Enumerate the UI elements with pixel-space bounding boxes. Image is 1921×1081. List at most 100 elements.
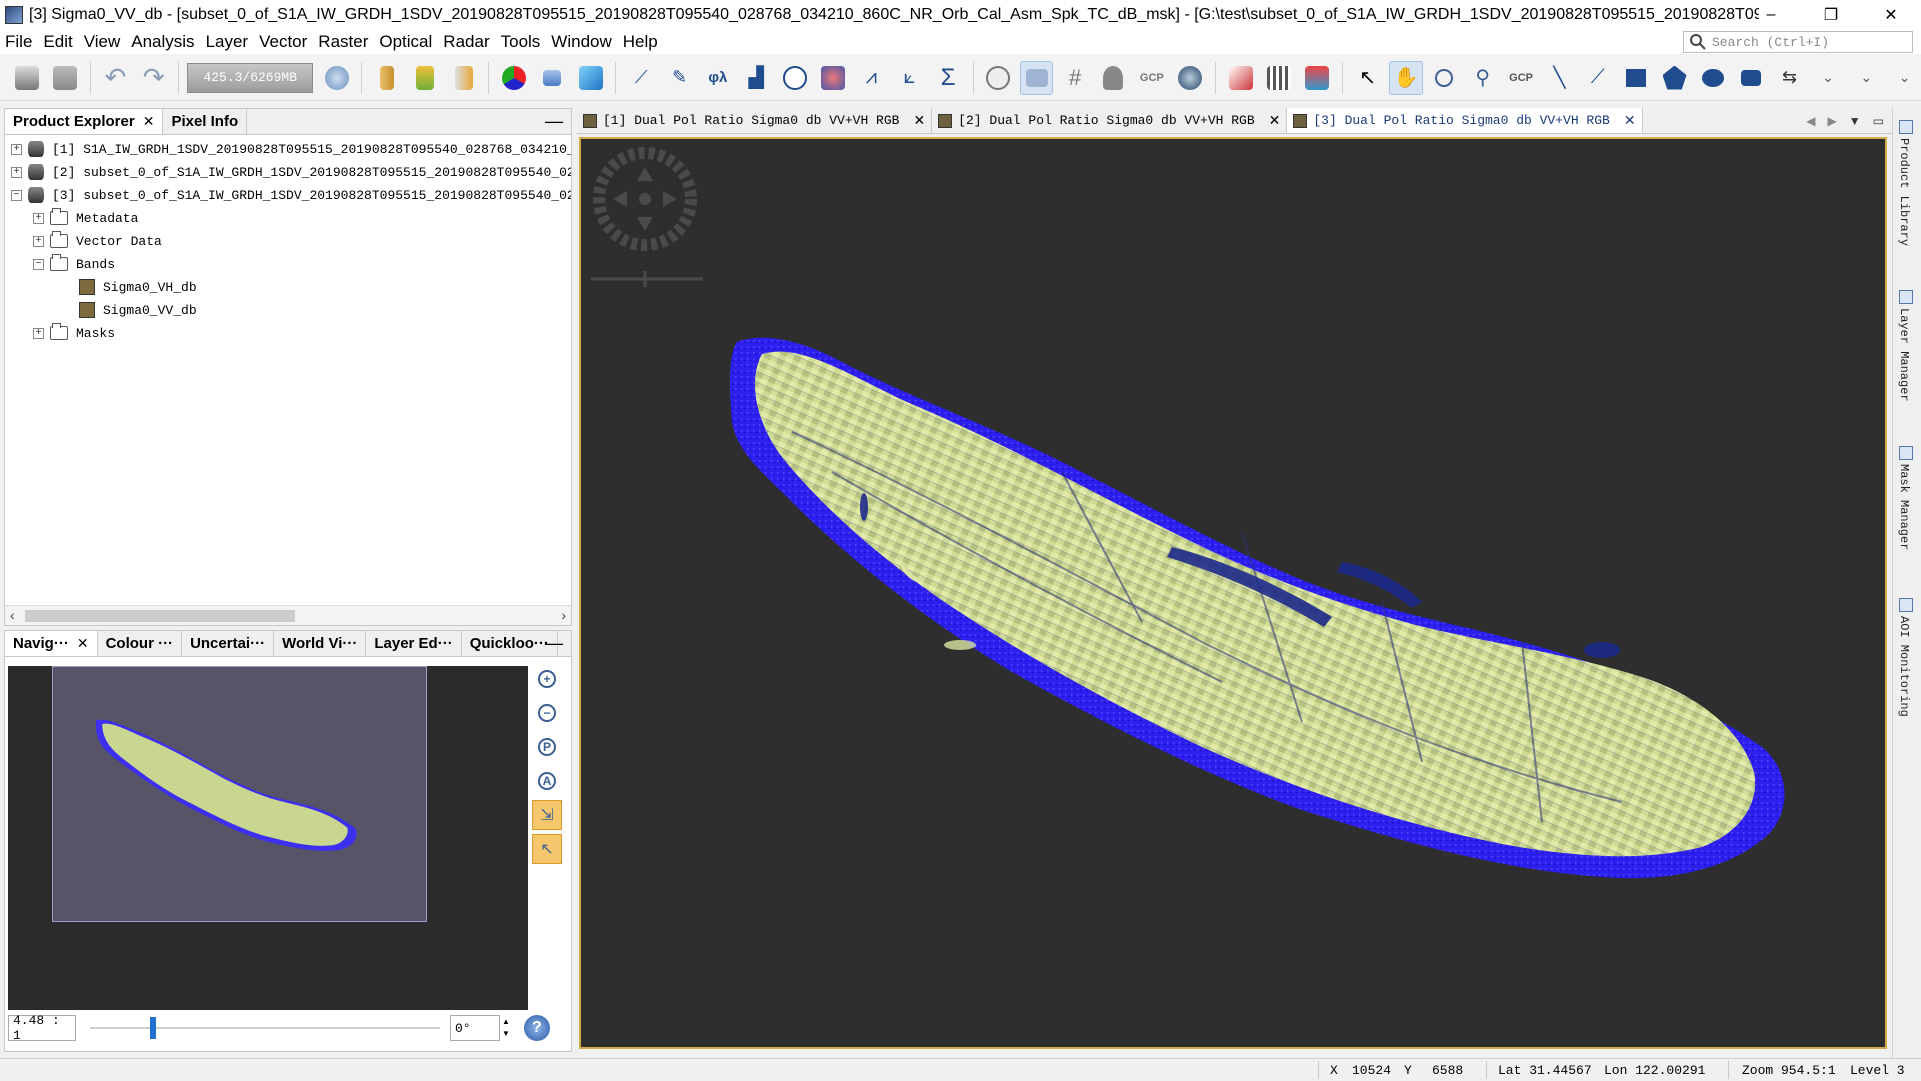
information-icon[interactable] (778, 61, 811, 95)
zoom-slider[interactable] (90, 1015, 440, 1041)
image-view-canvas[interactable] (579, 137, 1887, 1049)
world-map-icon[interactable] (320, 61, 353, 95)
world-view-icon[interactable] (1174, 61, 1207, 95)
collapse-icon[interactable]: − (11, 189, 22, 201)
layer-manager-button[interactable]: Layer Manager (1897, 308, 1911, 402)
polygon-draw-icon[interactable] (1658, 61, 1691, 95)
overlay-icon[interactable] (982, 61, 1015, 95)
subset-icon[interactable] (447, 61, 480, 95)
spectral-view-icon[interactable]: φλ (701, 61, 734, 95)
toolbar-overflow-icon[interactable]: ⌄ (1811, 61, 1844, 95)
spin-up-icon[interactable]: ▲ (502, 1016, 510, 1028)
zoom-out-button[interactable]: − (532, 698, 562, 728)
tree-product-3[interactable]: − [3] subset_0_of_S1A_IW_GRDH_1SDV_20190… (11, 184, 571, 206)
menu-file[interactable]: File (0, 32, 38, 52)
menu-analysis[interactable]: Analysis (126, 32, 200, 52)
tab-product-explorer[interactable]: Product Explorer ✕ (5, 109, 164, 134)
product-library-button[interactable]: Product Library (1897, 138, 1911, 246)
tab-layer-editor[interactable]: Layer Ed··· (366, 631, 462, 656)
tree-node-bands[interactable]: − Bands (33, 253, 115, 275)
save-icon[interactable] (48, 61, 81, 95)
expand-icon[interactable]: + (11, 143, 22, 155)
gcp-manager-icon[interactable]: GCP (1135, 61, 1168, 95)
collapse-icon[interactable]: − (33, 258, 44, 270)
close-icon[interactable]: ✕ (77, 635, 89, 652)
spin-down-icon[interactable]: ▼ (502, 1028, 510, 1040)
menu-raster[interactable]: Raster (313, 32, 374, 52)
statistics-icon[interactable]: ⟀ (893, 61, 926, 95)
tab-quicklook[interactable]: Quickloo··· (462, 631, 558, 656)
view-tab-2[interactable]: [2] Dual Pol Ratio Sigma0 db VV+VH RGB ✕ (932, 108, 1288, 133)
aoi-monitoring-button[interactable]: AOI Monitoring (1897, 616, 1911, 717)
maximize-view-icon[interactable]: ▭ (1873, 114, 1884, 128)
menu-view[interactable]: View (79, 32, 127, 52)
zoom-tool-icon[interactable] (1428, 61, 1461, 95)
next-tab-icon[interactable]: ▶ (1828, 114, 1837, 128)
minimize-button[interactable]: – (1741, 0, 1801, 30)
gcp-tool-icon[interactable]: GCP (1504, 61, 1537, 95)
tree-product-2[interactable]: + [2] subset_0_of_S1A_IW_GRDH_1SDV_20190… (11, 161, 571, 183)
menu-optical[interactable]: Optical (374, 32, 438, 52)
restore-button[interactable]: ❐ (1801, 0, 1861, 30)
close-icon[interactable]: ✕ (143, 113, 155, 130)
tab-menu-icon[interactable]: ▼ (1849, 114, 1861, 128)
scroll-left-icon[interactable]: ‹ (10, 607, 15, 623)
menu-radar[interactable]: Radar (438, 32, 495, 52)
magic-wand-icon[interactable] (1735, 61, 1768, 95)
polyline-draw-icon[interactable]: ⟋ (1581, 61, 1614, 95)
rotation-spinner[interactable]: ▲ ▼ (502, 1016, 510, 1040)
zoom-in-button[interactable]: + (532, 664, 562, 694)
tree-band-sigma0-vv-db[interactable]: Sigma0_VV_db (79, 299, 197, 321)
scatter-plot-icon[interactable]: ⩘ (855, 61, 888, 95)
menu-edit[interactable]: Edit (38, 32, 78, 52)
ellipse-draw-icon[interactable] (1696, 61, 1729, 95)
pin-manager-icon[interactable] (1097, 61, 1130, 95)
tab-navigation[interactable]: Navig··· ✕ (5, 631, 98, 656)
toolbar-overflow-3-icon[interactable]: ⌄ (1888, 61, 1921, 95)
rgb-image-icon[interactable] (497, 61, 530, 95)
sync-cursor-button[interactable]: ↖ (532, 834, 562, 864)
pan-tool-icon[interactable]: ✋ (1389, 60, 1423, 95)
pin-tool-icon[interactable]: ⚲ (1466, 61, 1499, 95)
tree-product-1[interactable]: + [1] S1A_IW_GRDH_1SDV_20190828T095515_2… (11, 138, 571, 160)
view-tab-1[interactable]: [1] Dual Pol Ratio Sigma0 db VV+VH RGB ✕ (577, 108, 933, 133)
select-tool-icon[interactable]: ↖ (1351, 61, 1384, 95)
scroll-right-icon[interactable]: › (561, 607, 566, 623)
export-icon[interactable] (409, 61, 442, 95)
profile-plot-icon[interactable]: ✎ (663, 61, 696, 95)
line-draw-icon[interactable]: ╲ (1543, 61, 1576, 95)
sync-views-button[interactable]: ⇲ (532, 800, 562, 830)
minimize-panel-button[interactable]: — (545, 633, 563, 654)
expand-icon[interactable]: + (11, 166, 22, 178)
tab-pixel-info[interactable]: Pixel Info (163, 109, 248, 134)
close-icon[interactable]: ✕ (1624, 112, 1636, 129)
graticule-icon[interactable]: # (1058, 61, 1091, 95)
sync-cursor-icon[interactable] (1020, 60, 1054, 95)
menu-vector[interactable]: Vector (254, 32, 313, 52)
minimize-panel-button[interactable]: — (545, 111, 563, 132)
menu-help[interactable]: Help (618, 32, 664, 52)
band-image-icon[interactable] (536, 61, 569, 95)
tree-node-vector-data[interactable]: + Vector Data (33, 230, 162, 252)
scale-field[interactable]: 4.48 : 1 (8, 1013, 76, 1043)
mask-manager-button[interactable]: Mask Manager (1897, 464, 1911, 550)
zoom-all-button[interactable]: A (532, 766, 562, 796)
toolbar-overflow-2-icon[interactable]: ⌄ (1850, 61, 1883, 95)
previous-tab-icon[interactable]: ◀ (1806, 114, 1815, 128)
undo-icon[interactable]: ↶ (99, 61, 132, 95)
search-box[interactable]: Search (Ctrl+I) (1683, 31, 1913, 53)
tab-world-view[interactable]: World Vi··· (274, 631, 367, 656)
tree-node-metadata[interactable]: + Metadata (33, 207, 138, 229)
graph-builder-icon[interactable] (1224, 61, 1257, 95)
menu-tools[interactable]: Tools (496, 32, 547, 52)
zoom-slider-thumb[interactable] (150, 1017, 156, 1039)
navigation-overview[interactable] (8, 666, 528, 1010)
expand-icon[interactable]: + (33, 212, 44, 224)
expand-icon[interactable]: + (33, 327, 44, 339)
scrollbar-thumb[interactable] (25, 610, 295, 622)
close-icon[interactable]: ✕ (913, 112, 925, 129)
redo-icon[interactable]: ↷ (137, 61, 170, 95)
navigation-compass[interactable] (585, 143, 705, 293)
tab-uncertainty[interactable]: Uncertai··· (182, 631, 275, 656)
memory-indicator[interactable]: 425.3/6269MB (187, 62, 313, 93)
